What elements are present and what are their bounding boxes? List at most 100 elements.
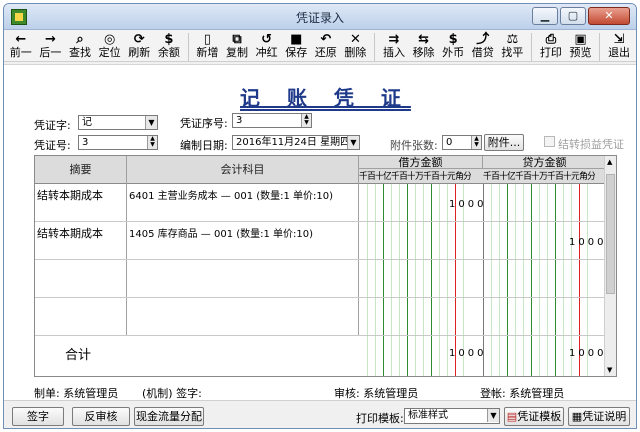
toolbar-refresh-button[interactable]: ⟳ 刷新	[124, 33, 154, 59]
unaudit-button[interactable]: 反审核	[72, 407, 130, 426]
toolbar-find-button[interactable]: ⌕ 查找	[65, 33, 95, 59]
sign-button[interactable]: 签字	[12, 407, 64, 426]
locate-icon: ◎	[103, 32, 116, 47]
col-summary-header: 摘要	[35, 156, 127, 184]
reverse-icon: ↺	[261, 32, 273, 47]
toolbar-print-button[interactable]: ⎙ 打印	[536, 33, 566, 59]
voucher-entry-row[interactable]: 结转本期成本 1405 库存商品 — 001 (数量:1 单价:10) 1000	[35, 222, 606, 260]
toolbar-debit-credit-button[interactable]: ⤴ 借贷	[468, 33, 498, 59]
voucher-type-select[interactable]: 记 ▼	[78, 115, 158, 130]
digit-header: 十	[499, 170, 507, 184]
toolbar-restore-button[interactable]: ↶ 还原	[311, 33, 341, 59]
delete-icon: ✕	[349, 32, 361, 47]
attach-count-input[interactable]: 0 ▲ ▼	[442, 135, 482, 150]
toolbar-remove-button[interactable]: ⇆ 移除	[409, 33, 439, 59]
spinner-icon: ▲ ▼	[147, 136, 157, 149]
date-picker[interactable]: 2016年11月24日 星期四 ▼	[232, 135, 360, 150]
total-cell: 合计	[35, 332, 127, 376]
refresh-icon: ⟳	[133, 32, 145, 47]
toolbar-save-button[interactable]: ■ 保存	[281, 33, 311, 59]
grid-scrollbar[interactable]: ▲ ▼	[604, 156, 616, 376]
attach-button[interactable]: 附件...	[484, 134, 524, 151]
debit-credit-icon: ⤴	[476, 32, 490, 47]
digit-header: 千	[423, 170, 431, 184]
voucher-entry-row[interactable]	[35, 298, 606, 336]
toolbar-separator	[599, 33, 601, 61]
toolbar-label: 外币	[442, 46, 465, 59]
print-template-select[interactable]: 标准样式 ▼	[404, 408, 500, 424]
total-debit: 1000	[449, 348, 487, 359]
digit-header: 百	[431, 170, 439, 184]
total-label: 合计	[65, 348, 92, 363]
toolbar-preview-button[interactable]: ▣ 预览	[566, 33, 596, 59]
voucher-no-input[interactable]: 3 ▲ ▼	[78, 135, 158, 150]
toolbar-prev-button[interactable]: ← 前一	[6, 33, 36, 59]
summary-cell[interactable]: 结转本期成本	[35, 184, 127, 221]
help-button[interactable]: ▦凭证说明	[568, 407, 630, 426]
voucher-seq-input[interactable]: 3 ▲ ▼	[232, 113, 312, 128]
scroll-up-icon[interactable]: ▲	[607, 158, 612, 166]
grid-header: 摘要 会计科目 借方金额 贷方金额 千百十亿千百十万千百十元角分 千百十亿千百十…	[35, 156, 606, 184]
voucher-title: 记 账 凭 证	[240, 86, 411, 110]
digit-header: 千	[547, 170, 555, 184]
digit-header: 千	[515, 170, 523, 184]
scroll-thumb[interactable]	[606, 174, 615, 294]
toolbar-label: 预览	[569, 46, 592, 59]
toolbar-foreign-currency-button[interactable]: $ 外币	[438, 33, 468, 59]
toolbar-delete-button[interactable]: ✕ 删除	[341, 33, 371, 59]
toolbar-next-button[interactable]: → 后一	[36, 33, 66, 59]
next-icon: →	[44, 32, 56, 47]
account-cell[interactable]: 1405 库存商品 — 001 (数量:1 单价:10)	[127, 222, 359, 259]
toolbar-locate-button[interactable]: ◎ 定位	[95, 33, 125, 59]
transfer-label: 结转损益凭证	[558, 138, 624, 151]
toolbar-exit-button[interactable]: ⇲ 退出	[604, 33, 634, 59]
toolbar-balance-entry-button[interactable]: ⚖ 找平	[498, 33, 528, 59]
account-cell[interactable]	[127, 298, 359, 335]
chevron-down-icon: ▼	[347, 136, 359, 149]
template-button[interactable]: ▤凭证模板	[504, 407, 564, 426]
template-button-label: 凭证模板	[517, 410, 562, 423]
toolbar-label: 找平	[501, 46, 524, 59]
digit-header: 亿	[383, 170, 391, 184]
toolbar-separator	[531, 33, 533, 61]
maximize-button[interactable]: ▢	[560, 7, 586, 25]
account-cell[interactable]: 6401 主营业务成本 — 001 (数量:1 单价:10)	[127, 184, 359, 221]
cashflow-button[interactable]: 现金流量分配	[134, 407, 204, 426]
toolbar-label: 查找	[69, 46, 92, 59]
account-cell[interactable]	[127, 260, 359, 297]
voucher-entry-row[interactable]	[35, 260, 606, 298]
toolbar-copy-button[interactable]: ⧉ 复制	[222, 33, 252, 59]
digit-header: 千	[359, 170, 367, 184]
summary-cell[interactable]	[35, 298, 127, 335]
digit-header: 十	[531, 170, 539, 184]
toolbar-insert-button[interactable]: ⇉ 插入	[379, 33, 409, 59]
foreign-currency-icon: $	[448, 32, 458, 47]
print-template-value: 标准样式	[408, 410, 448, 421]
attach-label: 附件张数:	[390, 139, 438, 152]
voucher-no-label: 凭证号:	[34, 139, 71, 152]
toolbar-new-button[interactable]: ▯ 新增	[193, 33, 223, 59]
summary-cell[interactable]	[35, 260, 127, 297]
voucher-entry-row[interactable]: 结转本期成本 6401 主营业务成本 — 001 (数量:1 单价:10) 1000	[35, 184, 606, 222]
digit-header: 十	[407, 170, 415, 184]
toolbar-label: 余额	[157, 46, 180, 59]
credit-amount[interactable]: 1000	[569, 237, 606, 248]
poster-info: 登帐: 系统管理员	[480, 387, 565, 400]
toolbar-balance-button[interactable]: $ 余额	[154, 33, 184, 59]
scroll-down-icon[interactable]: ▼	[607, 366, 612, 374]
summary-cell[interactable]: 结转本期成本	[35, 222, 127, 259]
transfer-checkbox[interactable]	[544, 136, 555, 147]
toolbar-label: 定位	[98, 46, 121, 59]
toolbar-label: 新增	[196, 46, 219, 59]
close-button[interactable]: ✕	[588, 7, 630, 25]
toolbar-label: 保存	[285, 46, 308, 59]
digit-header: 十	[439, 170, 447, 184]
help-icon: ▦	[571, 410, 583, 423]
debit-amount[interactable]: 1000	[449, 199, 486, 210]
minimize-button[interactable]: ▁	[532, 7, 558, 25]
exit-icon: ⇲	[613, 32, 625, 47]
voucher-seq-label: 凭证序号:	[180, 117, 228, 130]
balance-icon: $	[164, 32, 174, 47]
digit-header: 百	[523, 170, 531, 184]
toolbar-reverse-button[interactable]: ↺ 冲红	[252, 33, 282, 59]
